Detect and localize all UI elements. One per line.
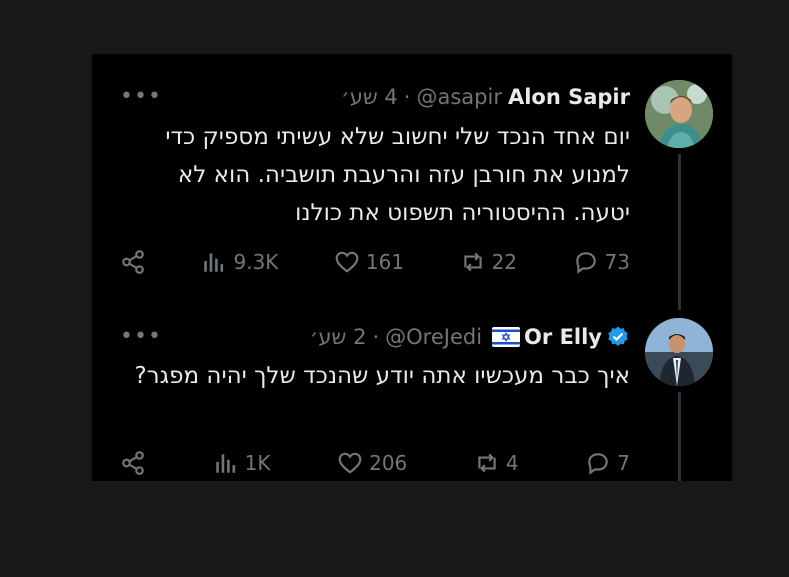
avatar[interactable] <box>645 318 713 386</box>
reply-icon <box>575 252 596 274</box>
author-name-group[interactable]: Or Elly <box>488 325 630 349</box>
tweet-text: איך כבר מעכשיו אתה יודע שהנכד שלך יהיה מ… <box>134 363 630 389</box>
more-options-icon[interactable]: ••• <box>120 84 162 109</box>
replies-count: 73 <box>604 250 630 274</box>
views-button[interactable]: 1K <box>213 450 271 476</box>
tweet-header: Or Elly @OreJedi · 2 שע׳ <box>310 324 630 350</box>
likes-count: 206 <box>369 451 408 475</box>
retweet-icon <box>478 453 496 473</box>
author-name[interactable]: Alon Sapir <box>508 85 630 109</box>
more-options-icon[interactable]: ••• <box>120 324 162 349</box>
author-name[interactable]: Or Elly <box>524 325 602 349</box>
separator-dot: · <box>403 85 411 109</box>
tweet-header: Alon Sapir @asapir · 4 שע׳ <box>341 84 630 110</box>
reply-button[interactable]: 7 <box>585 450 630 476</box>
tweet[interactable]: Alon Sapir @asapir · 4 שע׳ ••• יום אחד ה… <box>92 54 732 310</box>
retweets-count: 4 <box>505 451 519 475</box>
like-button[interactable]: 206 <box>337 450 407 476</box>
timestamp[interactable]: 2 שע׳ <box>310 325 367 349</box>
tweet-text: יום אחד הנכד שלי יחשוב שלא עשיתי מספיק כ… <box>165 124 630 226</box>
share-icon <box>122 250 144 274</box>
retweet-button[interactable]: 4 <box>474 450 519 476</box>
replies-count: 7 <box>617 451 630 475</box>
share-icon <box>122 451 144 475</box>
heart-icon <box>338 452 362 474</box>
retweet-button[interactable]: 22 <box>460 249 517 275</box>
verified-badge-icon <box>606 325 630 349</box>
views-icon <box>215 454 235 473</box>
tweet-actions: 1K 206 4 7 <box>120 448 630 478</box>
share-button[interactable] <box>120 450 146 476</box>
views-icon <box>204 253 224 272</box>
like-button[interactable]: 161 <box>334 249 404 275</box>
tweet[interactable]: Or Elly @OreJedi · 2 שע׳ ••• איך כבר מעכ… <box>92 310 732 481</box>
author-handle[interactable]: @asapir <box>416 85 501 109</box>
avatar[interactable] <box>645 80 713 148</box>
retweets-count: 22 <box>491 250 518 274</box>
tweet-thread-panel: Alon Sapir @asapir · 4 שע׳ ••• יום אחד ה… <box>92 54 732 481</box>
heart-icon <box>335 251 359 273</box>
share-button[interactable] <box>120 249 146 275</box>
tweet-actions: 9.3K 161 22 73 <box>120 247 630 277</box>
views-count: 9.3K <box>233 250 279 274</box>
views-count: 1K <box>244 451 271 475</box>
israel-flag-icon <box>492 327 521 347</box>
reply-button[interactable]: 73 <box>573 249 630 275</box>
timestamp[interactable]: 4 שע׳ <box>341 85 398 109</box>
views-button[interactable]: 9.3K <box>201 249 278 275</box>
author-handle[interactable]: @OreJedi <box>385 325 482 349</box>
separator-dot: · <box>372 325 380 349</box>
likes-count: 161 <box>365 250 405 274</box>
thread-line <box>678 154 681 310</box>
reply-icon <box>588 453 609 475</box>
thread-line <box>678 392 681 481</box>
retweet-icon <box>463 252 482 272</box>
